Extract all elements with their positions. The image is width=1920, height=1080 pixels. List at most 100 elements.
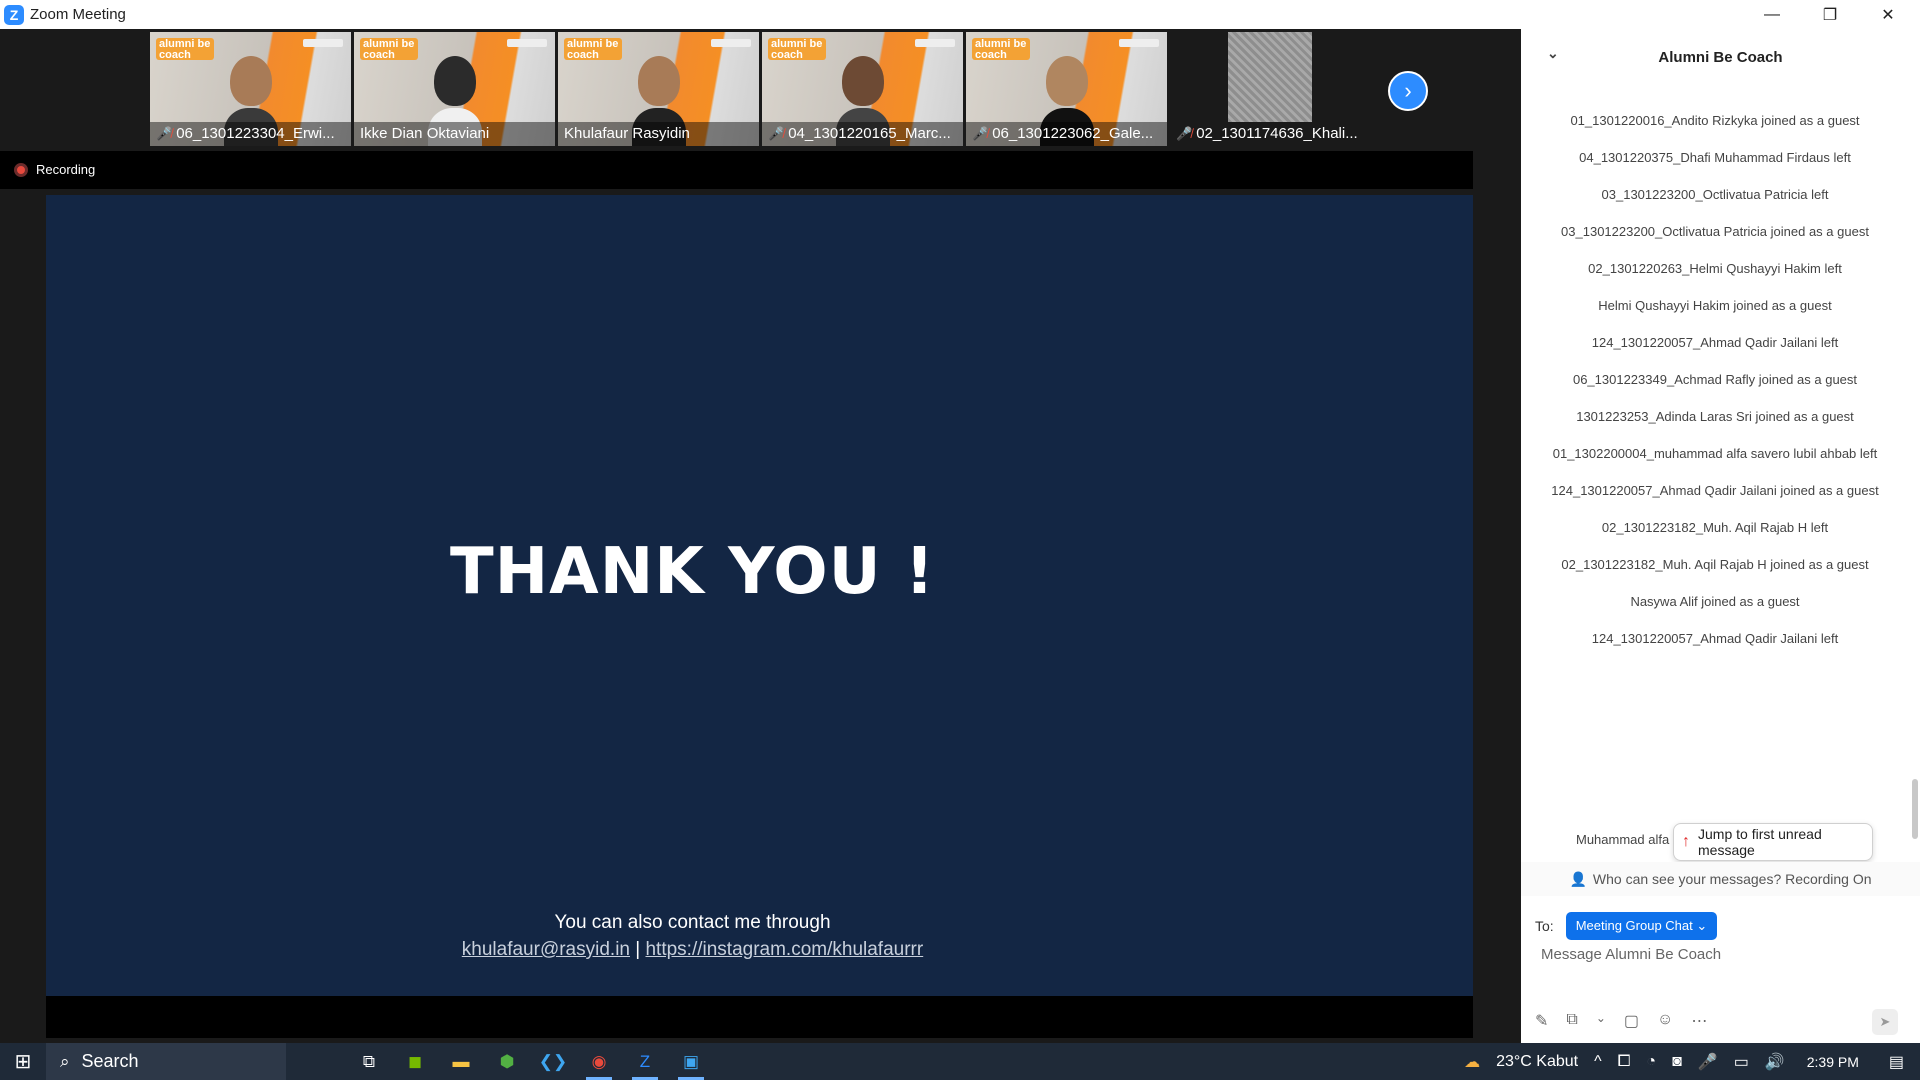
system-message: 02_1301223182_Muh. Aqil Rajab H joined a…	[1561, 557, 1869, 572]
participant-video	[1228, 32, 1312, 122]
sponsor-logos	[711, 39, 751, 47]
chevron-down-icon[interactable]: ⌄	[1596, 1011, 1606, 1031]
battery-icon[interactable]: ▭	[1734, 1052, 1749, 1072]
sponsor-logos	[303, 39, 343, 47]
taskbar: ⊞ ⌕ Search ⧉ ◼ ▬ ⬢ ❮❯ ◉ Z ▣ ☁ 23°C Kabut…	[0, 1043, 1920, 1080]
chrome-icon[interactable]: ◉	[576, 1043, 622, 1080]
separator: |	[635, 939, 641, 960]
event-badge: alumni be coach	[360, 38, 418, 61]
task-view-icon[interactable]: ⧉	[346, 1043, 392, 1080]
chevron-up-icon[interactable]: ^	[1594, 1053, 1602, 1071]
arrow-up-icon: ↑	[1682, 833, 1690, 850]
emoji-icon[interactable]: ☺	[1657, 1011, 1673, 1031]
vscode-icon[interactable]: ❮❯	[530, 1043, 576, 1080]
message-visibility-note[interactable]: 👤 Who can see your messages? Recording O…	[1521, 862, 1920, 896]
recipient-row: To: Meeting Group Chat ⌄	[1535, 912, 1718, 940]
people-icon: 👤	[1569, 870, 1587, 887]
muted-mic-icon: 🎤̸	[1176, 126, 1193, 141]
file-icon[interactable]: ▢	[1624, 1011, 1639, 1031]
send-button[interactable]: ➤	[1872, 1009, 1898, 1035]
taskbar-apps: ⧉ ◼ ▬ ⬢ ❮❯ ◉ Z ▣	[346, 1043, 714, 1080]
slide-heading: THANK YOU !	[449, 535, 936, 609]
volume-icon[interactable]: 🔊	[1765, 1052, 1785, 1072]
participant-name: Khulafaur Rasyidin	[564, 125, 690, 142]
participant-name-bar: 🎤̸ 02_1301174636_Khali...	[1170, 122, 1371, 146]
camera-icon[interactable]: ◙	[1672, 1053, 1682, 1071]
record-icon	[14, 162, 28, 177]
clock[interactable]: 2:39 PM	[1807, 1054, 1859, 1070]
wifi-icon[interactable]: ◔	[1646, 1053, 1656, 1071]
chat-panel: ⌄ Alumni Be Coach 01_1301220016_Andito R…	[1521, 29, 1920, 1043]
mic-icon[interactable]: 🎤	[1698, 1052, 1718, 1072]
system-message: 1301223253_Adinda Laras Sri joined as a …	[1576, 409, 1854, 424]
search-icon: ⌕	[60, 1051, 70, 1071]
format-icon[interactable]: ✎	[1535, 1011, 1548, 1031]
system-message: 06_1301223349_Achmad Rafly joined as a g…	[1572, 372, 1858, 387]
participant-name: 02_1301174636_Khali...	[1196, 125, 1358, 142]
recipient-dropdown[interactable]: Meeting Group Chat ⌄	[1565, 912, 1718, 940]
participant-name-bar: 🎤̸ 06_1301223304_Erwi...	[150, 122, 351, 146]
participant-tile[interactable]: alumni be coach Khulafaur Rasyidin	[558, 32, 759, 146]
maximize-button[interactable]: ❐	[1801, 0, 1859, 29]
chevron-down-icon[interactable]: ⌄	[1547, 45, 1559, 62]
participant-strip: alumni be coach 🎤̸ 06_1301223304_Erwi... …	[150, 32, 1371, 146]
participant-tile[interactable]: alumni be coach 🎤̸ 06_1301223062_Gale...	[966, 32, 1167, 146]
jump-to-unread-button[interactable]: ↑ Jump to first unread message	[1673, 823, 1873, 861]
system-message: 124_1301220057_Ahmad Qadir Jailani left	[1591, 335, 1839, 350]
recording-indicator[interactable]: Recording	[14, 162, 95, 177]
network-icon[interactable]: ⧠	[1618, 1053, 1631, 1071]
close-button[interactable]: ✕	[1859, 0, 1917, 29]
title-bar: Z Zoom Meeting — ❐ ✕	[0, 0, 1920, 29]
instagram-link[interactable]: https://instagram.com/khulafaurrr	[645, 939, 923, 960]
next-page-button[interactable]: ›	[1388, 71, 1428, 111]
participant-name-bar: 🎤̸ 04_1301220165_Marc...	[762, 122, 963, 146]
search-label: Search	[81, 1051, 139, 1071]
system-message: 03_1301223200_Octlivatua Patricia left	[1601, 187, 1829, 202]
participant-name: Ikke Dian Oktaviani	[360, 125, 490, 142]
system-message: 01_1301220016_Andito Rizkyka joined as a…	[1570, 113, 1860, 128]
sponsor-logos	[507, 39, 547, 47]
participant-tile[interactable]: alumni be coach 🎤̸ 06_1301223304_Erwi...	[150, 32, 351, 146]
weather-text[interactable]: 23°C Kabut	[1496, 1053, 1578, 1071]
recording-bar	[0, 151, 1473, 189]
participant-tile[interactable]: alumni be coach 🎤̸ 04_1301220165_Marc...	[762, 32, 963, 146]
file-explorer-icon[interactable]: ▬	[438, 1043, 484, 1080]
chat-scrollbar[interactable]	[1912, 779, 1918, 839]
muted-mic-icon: 🎤̸	[768, 126, 785, 141]
photos-icon[interactable]: ▣	[668, 1043, 714, 1080]
minimize-button[interactable]: —	[1743, 0, 1801, 29]
slide-contact: You can also contact me through khulafau…	[0, 909, 1406, 963]
windows-start-icon[interactable]: ⊞	[0, 1043, 46, 1080]
participant-name: 04_1301220165_Marc...	[788, 125, 951, 142]
system-message: 124_1301220057_Ahmad Qadir Jailani left	[1591, 631, 1839, 646]
system-tray: ☁ 23°C Kabut ^ ⧠ ◔ ◙ 🎤 ▭ 🔊 2:39 PM ▤	[1456, 1043, 1920, 1080]
notification-icon[interactable]: ▤	[1889, 1052, 1904, 1072]
message-input[interactable]: Message Alumni Be Coach	[1541, 946, 1721, 963]
event-badge: alumni be coach	[564, 38, 622, 61]
taskbar-search[interactable]: ⌕ Search	[46, 1043, 286, 1080]
system-message: Helmi Qushayyi Hakim joined as a guest	[1598, 298, 1832, 313]
more-icon[interactable]: ⋯	[1691, 1011, 1707, 1031]
screenshot-icon[interactable]: ⧉	[1566, 1011, 1577, 1031]
system-message: Nasywa Alif joined as a guest	[1630, 594, 1800, 609]
app-icon[interactable]: ⬢	[484, 1043, 530, 1080]
send-icon: ➤	[1879, 1014, 1891, 1029]
zoom-icon[interactable]: Z	[622, 1043, 668, 1080]
participant-name-bar: 🎤̸ 06_1301223062_Gale...	[966, 122, 1167, 146]
weather-icon[interactable]: ☁	[1464, 1052, 1480, 1072]
participant-name-bar: Khulafaur Rasyidin	[558, 122, 759, 146]
participant-tile[interactable]: 🎤̸ 02_1301174636_Khali...	[1170, 32, 1371, 146]
recording-label: Recording	[36, 162, 96, 177]
participant-name-bar: Ikke Dian Oktaviani	[354, 122, 555, 146]
participant-name: 06_1301223304_Erwi...	[176, 125, 335, 142]
zoom-logo-icon: Z	[4, 4, 24, 25]
event-badge: alumni be coach	[156, 38, 214, 61]
system-message: 124_1301220057_Ahmad Qadir Jailani joine…	[1551, 483, 1879, 498]
email-link[interactable]: khulafaur@rasyid.in	[462, 939, 630, 960]
nvidia-icon[interactable]: ◼	[392, 1043, 438, 1080]
partial-message: Muhammad alfa	[1576, 832, 1670, 847]
sponsor-logos	[1119, 39, 1159, 47]
participant-tile[interactable]: alumni be coach Ikke Dian Oktaviani	[354, 32, 555, 146]
participant-name: 06_1301223062_Gale...	[992, 125, 1154, 142]
jump-label: Jump to first unread message	[1698, 826, 1822, 858]
